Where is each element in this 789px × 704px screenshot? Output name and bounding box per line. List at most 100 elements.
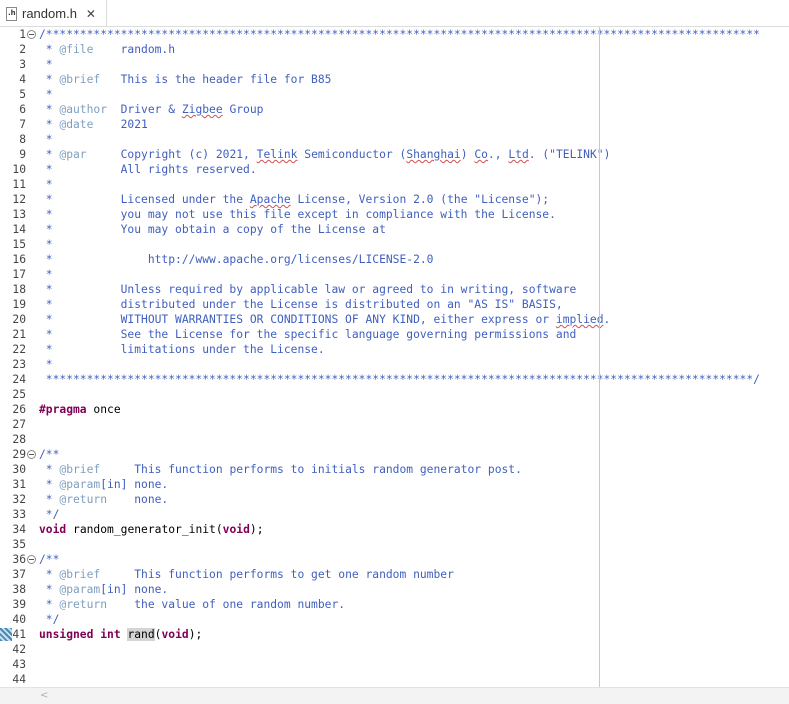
code-line[interactable]: * http://www.apache.org/licenses/LICENSE… [39,252,434,267]
code-token: * Licensed under the [39,193,250,206]
code-token: * [39,358,53,371]
code-token: ., [487,148,509,161]
line-number: 32 [12,493,26,506]
code-token: * Unless required by applicable law or a… [39,283,577,296]
code-token: none. [107,493,169,506]
line-number: 23 [12,358,26,371]
line-number: 40 [12,613,26,626]
code-token: void [222,523,250,536]
code-token: * http://www.apache.org/licenses/LICENSE… [39,253,434,266]
code-token: @brief [59,463,101,476]
code-token: @par [59,148,87,161]
fold-toggle-icon[interactable] [27,450,36,459]
code-line[interactable]: * @param[in] none. [39,582,168,597]
line-number: 39 [12,598,26,611]
code-token: Co [474,148,488,161]
code-token: Copyright (c) 2021, [86,148,257,161]
code-line[interactable]: * @param[in] none. [39,477,168,492]
code-token: Group [222,103,264,116]
code-token: Apache [249,193,291,206]
code-line[interactable]: /***************************************… [39,27,760,42]
code-token: * you may not use this file except in co… [39,208,556,221]
code-editor[interactable]: 1 2 3 4 5 6 7 8 9 10 11 12 13 14 15 16 17 18 19 20 21 22 23 24 2… [0,27,789,687]
code-line[interactable]: * @return the value of one random number… [39,597,345,612]
line-number: 25 [12,388,26,401]
fold-toggle-icon[interactable] [27,555,36,564]
code-token: ( [215,523,223,536]
code-token: @brief [59,568,101,581]
code-line[interactable]: unsigned int rand(void); [39,627,202,642]
code-line[interactable]: * See the License for the specific langu… [39,327,577,342]
code-line[interactable]: ****************************************… [39,372,760,387]
code-token: Shanghai [406,148,461,161]
code-token: * limitations under the License. [39,343,325,356]
editor-tab-bar: .h random.h ✕ [0,0,789,27]
code-token: the value of one random number. [107,598,346,611]
line-number: 7 [19,118,26,131]
code-line[interactable]: * @author Driver & Zigbee Group [39,102,264,117]
code-line[interactable]: * @par Copyright (c) 2021, Telink Semico… [39,147,611,162]
code-line[interactable]: */ [39,507,60,522]
code-token: * distributed under the License is distr… [39,298,563,311]
code-line[interactable]: * Licensed under the Apache License, Ver… [39,192,549,207]
code-token: ) [460,148,475,161]
code-line[interactable]: * WITHOUT WARRANTIES OR CONDITIONS OF AN… [39,312,611,327]
code-line[interactable]: * @brief This function performs to initi… [39,462,522,477]
code-token: Telink [256,148,298,161]
tab-random-h[interactable]: .h random.h ✕ [0,0,107,27]
line-number: 43 [12,658,26,671]
code-token: This is the header file for B85 [100,73,332,86]
code-token: * [39,43,60,56]
code-line[interactable]: /** [39,447,59,462]
code-line[interactable]: #pragma once [39,402,121,417]
line-number: 29 [12,448,26,461]
close-icon[interactable]: ✕ [86,7,96,21]
line-number: 42 [12,643,26,656]
code-line[interactable]: /** [39,552,59,567]
code-line[interactable]: * @file random.h [39,42,175,57]
code-area[interactable]: /***************************************… [39,27,789,687]
line-number: 33 [12,508,26,521]
code-line[interactable]: * [39,177,53,192]
code-line[interactable]: * [39,87,53,102]
line-number: 31 [12,478,26,491]
code-line[interactable]: void random_generator_init(void); [39,522,264,537]
code-line[interactable]: * Unless required by applicable law or a… [39,282,577,297]
code-line[interactable]: * limitations under the License. [39,342,325,357]
code-line[interactable]: */ [39,612,60,627]
code-line[interactable]: * All rights reserved. [39,162,257,177]
line-number: 26 [12,403,26,416]
code-token: */ [39,613,60,626]
code-token: ); [188,628,203,641]
line-number: 21 [12,328,26,341]
fold-toggle-icon[interactable] [27,30,36,39]
code-token: * [39,103,60,116]
code-line[interactable]: * [39,57,53,72]
code-token: Driver & [107,103,182,116]
line-number: 8 [19,133,26,146]
line-number: 38 [12,583,26,596]
code-line[interactable]: * [39,237,53,252]
code-token: [in] none. [100,583,169,596]
line-number: 30 [12,463,26,476]
code-line[interactable]: * @return none. [39,492,168,507]
code-line[interactable]: * You may obtain a copy of the License a… [39,222,386,237]
line-number: 15 [12,238,26,251]
line-number: 36 [12,553,26,566]
code-line[interactable]: * you may not use this file except in co… [39,207,556,222]
code-line[interactable]: * @date 2021 [39,117,148,132]
scroll-left-icon[interactable]: < [40,690,48,701]
code-line[interactable]: * distributed under the License is distr… [39,297,563,312]
line-number: 9 [19,148,26,161]
code-line[interactable]: * @brief This is the header file for B85 [39,72,332,87]
code-token: * [39,568,60,581]
code-token: unsigned [39,628,94,641]
horizontal-scrollbar[interactable]: < [0,687,789,704]
print-margin-line [599,27,600,687]
line-number: 44 [12,673,26,686]
code-line[interactable]: * [39,267,53,282]
code-line[interactable]: * @brief This function performs to get o… [39,567,454,582]
code-line[interactable]: * [39,357,53,372]
line-number: 6 [19,103,26,116]
code-line[interactable]: * [39,132,53,147]
